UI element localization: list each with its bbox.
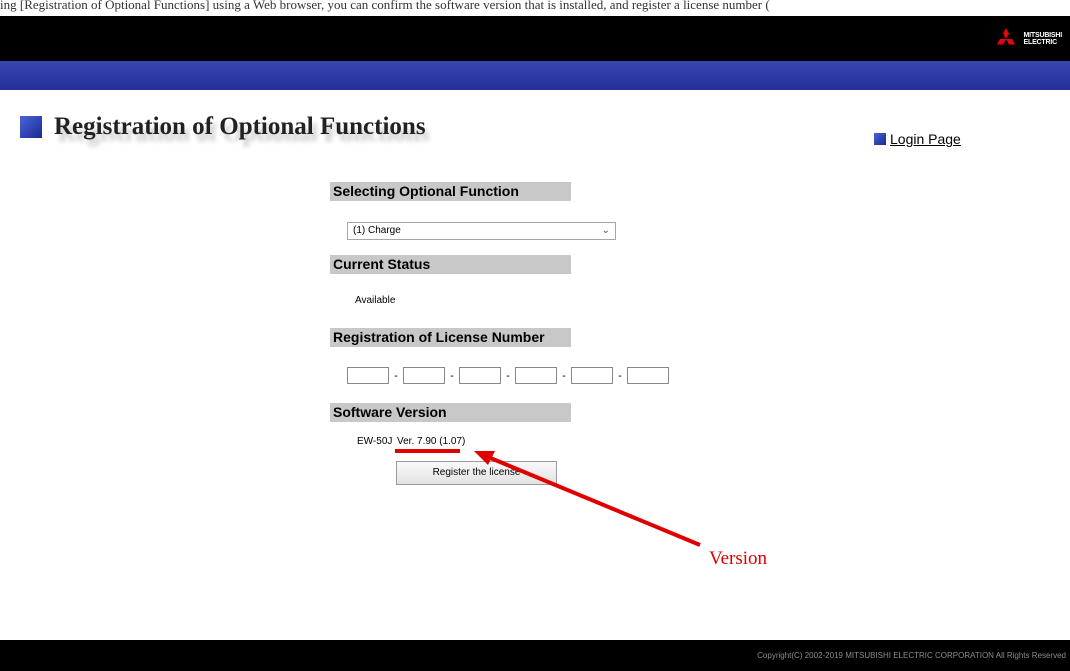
page-footer: Copyright(C) 2002-2019 MITSUBISHI ELECTR… bbox=[0, 640, 1070, 671]
top-header: MITSUBISHI ELECTRIC bbox=[0, 16, 1070, 61]
logo-text: MITSUBISHI ELECTRIC bbox=[1023, 32, 1063, 46]
page-title-text: Registration of Optional Functions bbox=[54, 113, 426, 140]
copyright-text: Copyright(C) 2002-2019 MITSUBISHI ELECTR… bbox=[757, 651, 1066, 660]
logo-line-1: MITSUBISHI bbox=[1023, 32, 1063, 39]
three-diamonds-icon bbox=[996, 28, 1015, 45]
mitsubishi-logo: MITSUBISHI ELECTRIC bbox=[992, 27, 1062, 51]
title-square-icon bbox=[20, 116, 42, 138]
page-title: Registration of Optional Functions bbox=[20, 113, 426, 141]
section-header-status: Current Status bbox=[330, 255, 571, 274]
software-version-value: Ver. 7.90 (1.07) bbox=[397, 436, 466, 447]
license-separator: - bbox=[562, 369, 566, 382]
section-header-selecting: Selecting Optional Function bbox=[330, 182, 571, 201]
optional-function-select[interactable]: (1) Charge ⌄ bbox=[347, 222, 616, 240]
login-page-label: Login Page bbox=[890, 131, 961, 147]
caption-text: ing [Registration of Optional Functions]… bbox=[0, 0, 770, 12]
license-field-4[interactable] bbox=[515, 367, 557, 384]
license-number-fields: - - - - - bbox=[347, 367, 669, 384]
license-field-5[interactable] bbox=[571, 367, 613, 384]
product-name: EW-50J bbox=[357, 436, 393, 447]
login-page-link[interactable]: Login Page bbox=[874, 131, 961, 147]
logo-line-2: ELECTRIC bbox=[1023, 39, 1058, 46]
section-header-software: Software Version bbox=[330, 403, 571, 422]
chevron-down-icon: ⌄ bbox=[601, 225, 610, 236]
caption-strip: ing [Registration of Optional Functions]… bbox=[0, 0, 1070, 16]
license-separator: - bbox=[618, 369, 622, 382]
license-field-1[interactable] bbox=[347, 367, 389, 384]
select-value: (1) Charge bbox=[353, 225, 401, 236]
license-field-6[interactable] bbox=[627, 367, 669, 384]
section-header-license: Registration of License Number bbox=[330, 328, 571, 347]
header-band bbox=[0, 61, 1070, 90]
license-field-3[interactable] bbox=[459, 367, 501, 384]
link-square-icon bbox=[874, 133, 886, 145]
current-status-value: Available bbox=[355, 295, 396, 306]
license-separator: - bbox=[506, 369, 510, 382]
annotation-label: Version bbox=[709, 548, 768, 569]
license-separator: - bbox=[450, 369, 454, 382]
license-separator: - bbox=[394, 369, 398, 382]
register-license-button[interactable]: Register the license bbox=[396, 461, 557, 485]
license-field-2[interactable] bbox=[403, 367, 445, 384]
